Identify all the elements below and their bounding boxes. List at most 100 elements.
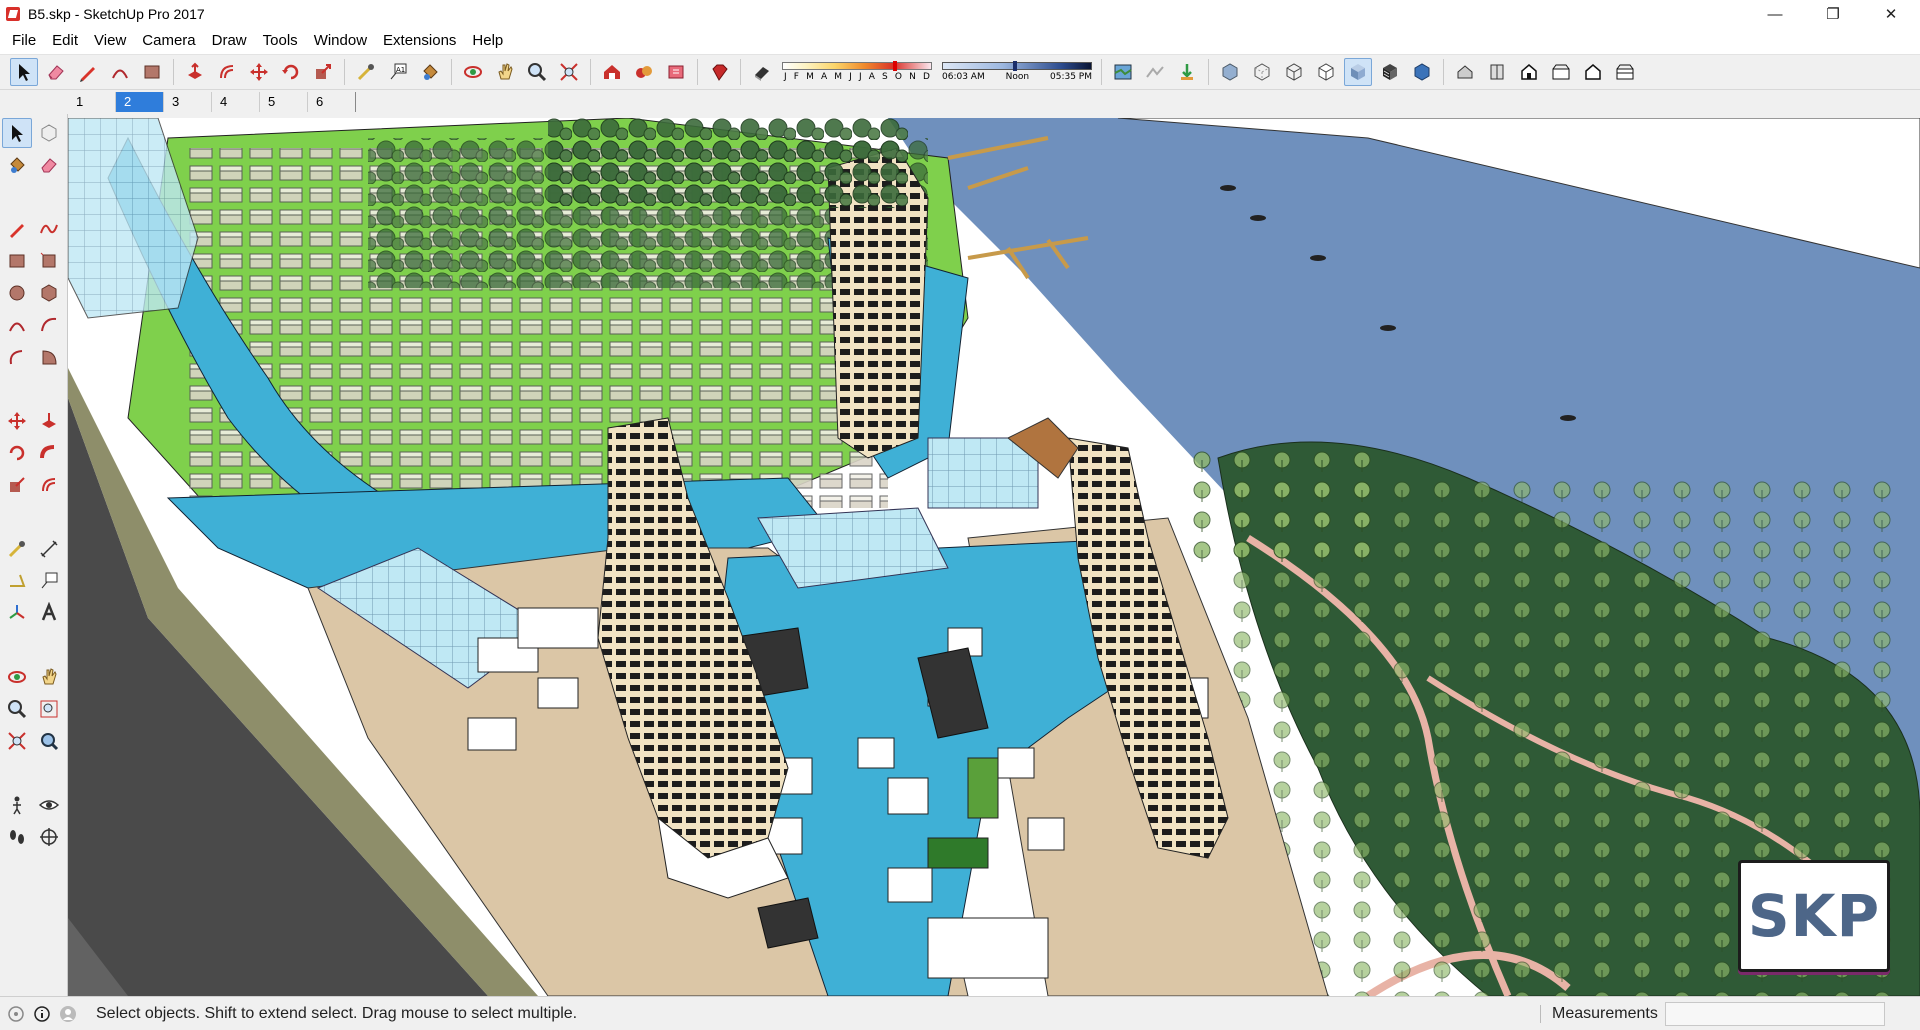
menu-window[interactable]: Window <box>306 28 375 54</box>
eraser-tool[interactable] <box>34 150 64 180</box>
measurements-input[interactable] <box>1665 1002 1885 1026</box>
pan-tool-button[interactable] <box>491 58 519 86</box>
move-tool-button[interactable] <box>245 58 273 86</box>
scale-tool[interactable] <box>2 470 32 500</box>
move-tool[interactable] <box>2 406 32 436</box>
eraser-tool-button[interactable] <box>42 58 70 86</box>
minimize-button[interactable]: — <box>1746 0 1804 28</box>
extension-warehouse-button[interactable] <box>630 58 658 86</box>
position-camera-tool[interactable] <box>2 790 32 820</box>
shaded-style-button[interactable] <box>1344 58 1372 86</box>
monochrome-style-button[interactable] <box>1408 58 1436 86</box>
menu-extensions[interactable]: Extensions <box>375 28 464 54</box>
axes-tool[interactable] <box>2 598 32 628</box>
scale-tool-button[interactable] <box>309 58 337 86</box>
date-slider[interactable]: J F M A M J J A S O N D <box>782 61 932 82</box>
back-edges-button[interactable] <box>1248 58 1276 86</box>
warehouse-button[interactable] <box>598 58 626 86</box>
model-viewport[interactable]: SKP <box>68 118 1920 996</box>
protractor-tool[interactable] <box>2 566 32 596</box>
restore-button[interactable]: ❐ <box>1804 0 1862 28</box>
paint-bucket-button[interactable] <box>416 58 444 86</box>
zoom-extents-tool[interactable] <box>2 726 32 756</box>
ruby-console-button[interactable] <box>705 58 733 86</box>
time-slider[interactable]: 06:03 AM Noon 05:35 PM <box>942 61 1092 82</box>
shadows-toggle-button[interactable] <box>748 58 776 86</box>
paint-bucket-tool[interactable] <box>2 150 32 180</box>
sign-in-status[interactable] <box>58 1004 78 1024</box>
rotate-tool-button[interactable] <box>277 58 305 86</box>
dimension-tool[interactable] <box>34 534 64 564</box>
orbit-tool[interactable] <box>2 662 32 692</box>
iso-view-button[interactable] <box>1451 58 1479 86</box>
follow-me-tool[interactable] <box>34 438 64 468</box>
scene-tab-6[interactable]: 6 <box>308 92 356 112</box>
scene-tab-2[interactable]: 2 <box>116 92 164 112</box>
make-component-tool[interactable] <box>34 118 64 148</box>
line-tool-button[interactable] <box>74 58 102 86</box>
hidden-line-style-button[interactable] <box>1312 58 1340 86</box>
circle-tool[interactable] <box>2 278 32 308</box>
previous-view-tool[interactable] <box>34 726 64 756</box>
front-view-button[interactable] <box>1515 58 1543 86</box>
date-slider-track[interactable] <box>782 61 932 71</box>
orbit-tool-button[interactable] <box>459 58 487 86</box>
send-to-layout-button[interactable] <box>662 58 690 86</box>
freehand-tool[interactable] <box>34 214 64 244</box>
arc-tool-button[interactable] <box>106 58 134 86</box>
rotated-rectangle-tool[interactable] <box>34 246 64 276</box>
scene-tab-1[interactable]: 1 <box>68 92 116 112</box>
back-view-button[interactable] <box>1579 58 1607 86</box>
menu-edit[interactable]: Edit <box>44 28 86 54</box>
3d-text-tool[interactable] <box>34 598 64 628</box>
close-button[interactable]: ✕ <box>1862 0 1920 28</box>
look-around-tool[interactable] <box>34 790 64 820</box>
menu-draw[interactable]: Draw <box>204 28 255 54</box>
credits-status[interactable] <box>32 1004 52 1024</box>
date-slider-thumb[interactable] <box>893 61 897 71</box>
select-tool-button[interactable] <box>10 58 38 86</box>
scene-tab-3[interactable]: 3 <box>164 92 212 112</box>
two-point-arc-tool[interactable] <box>34 310 64 340</box>
offset-tool-button[interactable] <box>213 58 241 86</box>
rectangle-tool-button[interactable] <box>138 58 166 86</box>
menu-camera[interactable]: Camera <box>134 28 203 54</box>
time-slider-thumb[interactable] <box>1013 61 1017 71</box>
top-view-button[interactable] <box>1483 58 1511 86</box>
tape-measure-tool[interactable] <box>2 534 32 564</box>
shaded-textures-button[interactable] <box>1376 58 1404 86</box>
menu-file[interactable]: File <box>4 28 44 54</box>
pie-tool[interactable] <box>34 342 64 372</box>
geo-location-status[interactable] <box>6 1004 26 1024</box>
section-plane-tool[interactable] <box>34 822 64 852</box>
scene-tab-5[interactable]: 5 <box>260 92 308 112</box>
text-tool[interactable] <box>34 566 64 596</box>
wireframe-style-button[interactable] <box>1280 58 1308 86</box>
text-tool-button[interactable]: A1 <box>384 58 412 86</box>
right-view-button[interactable] <box>1547 58 1575 86</box>
walk-tool[interactable] <box>2 822 32 852</box>
offset-tool[interactable] <box>34 470 64 500</box>
add-location-button[interactable] <box>1109 58 1137 86</box>
left-view-button[interactable] <box>1611 58 1639 86</box>
tape-measure-button[interactable] <box>352 58 380 86</box>
xray-style-button[interactable] <box>1216 58 1244 86</box>
zoom-tool-button[interactable] <box>523 58 551 86</box>
pan-tool[interactable] <box>34 662 64 692</box>
line-tool[interactable] <box>2 214 32 244</box>
time-slider-track[interactable] <box>942 61 1092 71</box>
menu-view[interactable]: View <box>86 28 134 54</box>
rotate-tool[interactable] <box>2 438 32 468</box>
scene-tab-4[interactable]: 4 <box>212 92 260 112</box>
zoom-window-tool[interactable] <box>34 694 64 724</box>
push-pull-tool-button[interactable] <box>181 58 209 86</box>
zoom-extents-button[interactable] <box>555 58 583 86</box>
select-tool[interactable] <box>1 118 32 148</box>
menu-help[interactable]: Help <box>464 28 511 54</box>
menu-tools[interactable]: Tools <box>255 28 306 54</box>
3d-scene-render[interactable] <box>68 118 1920 996</box>
arc-tool[interactable] <box>2 310 32 340</box>
zoom-tool[interactable] <box>2 694 32 724</box>
polygon-tool[interactable] <box>34 278 64 308</box>
three-point-arc-tool[interactable] <box>2 342 32 372</box>
